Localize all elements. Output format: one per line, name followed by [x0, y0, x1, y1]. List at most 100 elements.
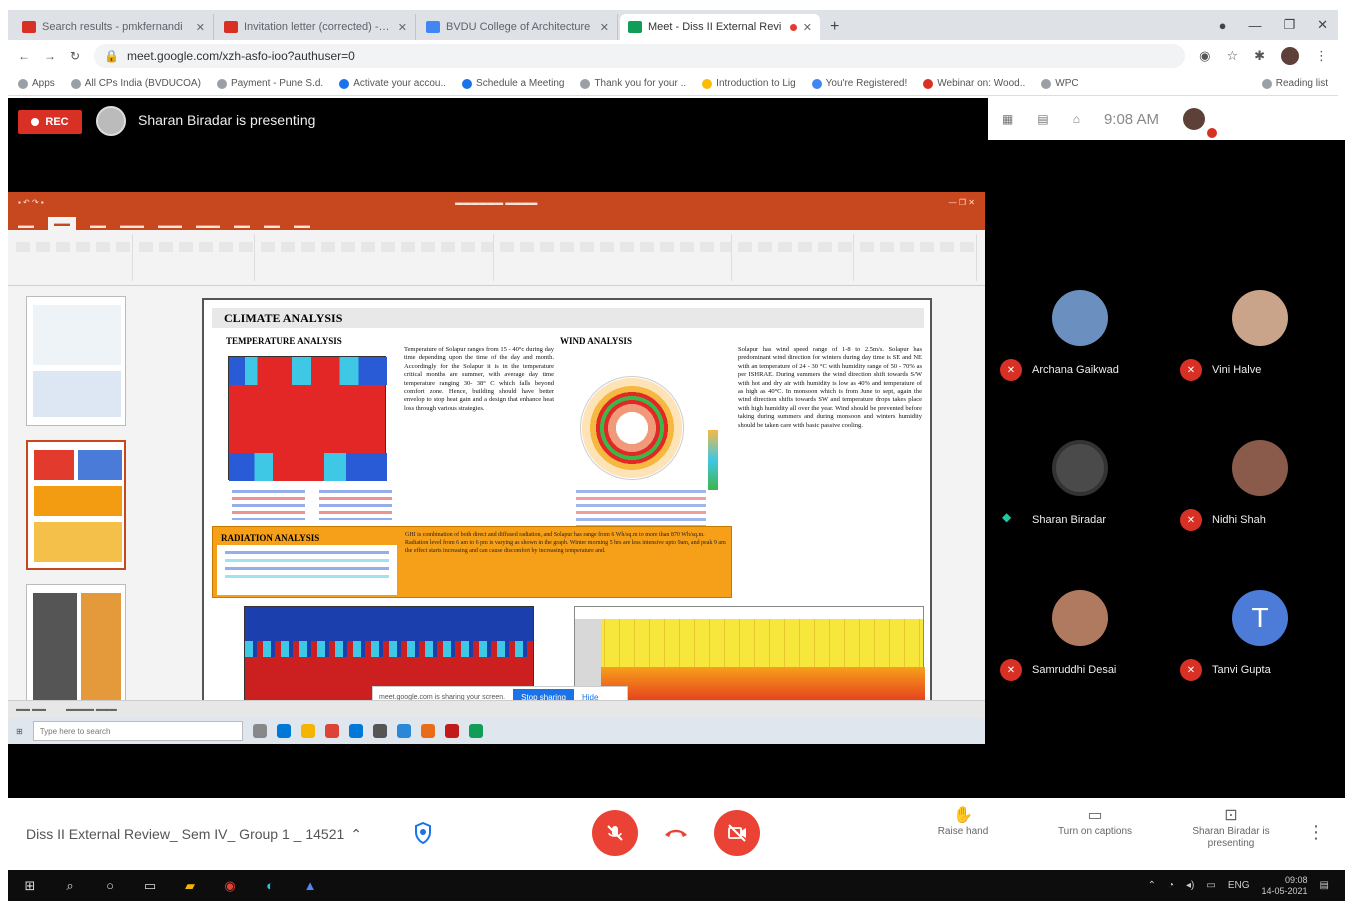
volume-icon[interactable]: ◂)	[1186, 880, 1194, 891]
temperature-heatmap	[228, 356, 387, 481]
presentation-slide: CLIMATE ANALYSIS TEMPERATURE ANALYSIS WI…	[202, 298, 932, 704]
windows-start-icon[interactable]: ⊞	[20, 876, 40, 896]
menu-icon[interactable]: ⋮	[1315, 48, 1328, 64]
raise-hand-button[interactable]: ✋ Raise hand	[908, 808, 1018, 838]
browser-tab[interactable]: Invitation letter (corrected) - se ✕	[216, 14, 416, 40]
meeting-title[interactable]: Diss II External Review_ Sem IV_ Group 1…	[26, 826, 362, 843]
close-tab-icon[interactable]: ✕	[196, 21, 205, 34]
bookmark-icon	[216, 78, 227, 89]
presenting-label: Sharan Biradar is presenting	[138, 112, 316, 128]
browser-tab[interactable]: BVDU College of Architecture ✕	[418, 14, 618, 40]
profile-avatar[interactable]	[1281, 47, 1299, 65]
shield-icon[interactable]	[414, 822, 432, 844]
app-icon	[444, 724, 459, 738]
participant-tile[interactable]: ✕ Vini Halve	[1180, 290, 1346, 430]
hang-up-button[interactable]	[660, 822, 692, 844]
bookmark[interactable]: Schedule a Meeting	[462, 78, 564, 89]
network-icon[interactable]: ◔	[1168, 880, 1174, 891]
bookmark[interactable]: Introduction to Lig	[702, 78, 796, 89]
powerpoint-status-bar: ▬▬ ▬▬ ▬▬▬▬ ▬▬▬	[8, 700, 985, 718]
close-tab-icon[interactable]: ✕	[803, 21, 812, 34]
bookmark-icon	[702, 78, 713, 89]
bookmarks-bar: Apps All CPs India (BVDUCOA) Payment - P…	[8, 72, 1338, 96]
mic-off-icon: ✕	[1180, 659, 1202, 681]
close-tab-icon[interactable]: ✕	[398, 21, 407, 34]
participant-tile[interactable]: ✕ Nidhi Shah	[1180, 440, 1346, 580]
bookmark[interactable]: You're Registered!	[811, 78, 907, 89]
reading-list[interactable]: Reading list	[1261, 78, 1328, 89]
self-avatar[interactable]	[1182, 108, 1217, 138]
restore-button[interactable]: ❐	[1283, 17, 1295, 33]
back-icon[interactable]: ←	[18, 49, 30, 63]
task-view-icon[interactable]: ▭	[140, 876, 160, 896]
star-icon[interactable]: ☆	[1226, 48, 1238, 64]
bookmark[interactable]: Apps	[18, 78, 55, 89]
edge-icon[interactable]: ◐	[260, 876, 280, 896]
bookmark[interactable]: Webinar on: Wood..	[923, 78, 1025, 89]
app-icon	[252, 724, 267, 738]
minimize-button[interactable]: —	[1248, 18, 1261, 33]
document-title: ▬▬▬▬▬▬ ▬▬▬▬	[455, 197, 538, 207]
bookmark[interactable]: WPC	[1041, 78, 1079, 89]
close-window-button[interactable]: ✕	[1317, 17, 1328, 33]
radiation-legend	[225, 551, 389, 581]
participant-avatar	[1232, 290, 1288, 346]
participant-avatar	[1052, 290, 1108, 346]
presenting-button[interactable]: ⊡ Sharan Biradar is presenting	[1176, 807, 1286, 850]
app-icon	[324, 724, 339, 738]
layout-icon[interactable]: ▦	[1002, 112, 1013, 126]
clock[interactable]: 09:08 14-05-2021	[1262, 875, 1308, 897]
shared-taskbar: ⊞ Type here to search	[8, 718, 985, 744]
lang-indicator[interactable]: ENG	[1228, 880, 1250, 891]
app-icon	[276, 724, 291, 738]
site-icon	[426, 21, 440, 33]
bookmark[interactable]: Thank you for your ..	[580, 78, 686, 89]
profile-dot-icon[interactable]: ●	[1219, 18, 1227, 33]
temperature-text: Temperature of Solapur ranges from 15 - …	[404, 346, 554, 412]
chevron-up-icon[interactable]: ⌃	[1148, 880, 1156, 891]
cortana-icon[interactable]: ○	[100, 876, 120, 896]
camera-icon[interactable]: ◉	[1199, 48, 1210, 64]
url-input[interactable]: 🔒 meet.google.com/xzh-asfo-ioo?authuser=…	[94, 44, 1186, 68]
address-bar: ← → ↻ 🔒 meet.google.com/xzh-asfo-ioo?aut…	[8, 40, 1338, 72]
chrome-icon[interactable]: ◉	[220, 876, 240, 896]
participant-avatar	[1052, 590, 1108, 646]
pin-icon[interactable]: ⌂	[1073, 112, 1080, 126]
app-icon	[300, 724, 315, 738]
mic-toggle-button[interactable]	[592, 810, 638, 856]
reload-icon[interactable]: ↻	[70, 49, 80, 63]
app-icon	[372, 724, 387, 738]
tile-icon[interactable]: ▤	[1037, 112, 1048, 126]
more-options-icon[interactable]: ⋮	[1307, 822, 1325, 843]
bookmark[interactable]: Payment - Pune S.d.	[216, 78, 323, 89]
file-explorer-icon[interactable]: ▰	[180, 876, 200, 896]
battery-icon[interactable]: ▭	[1206, 880, 1215, 891]
browser-tab[interactable]: Search results - pmkfernandi ✕	[14, 14, 214, 40]
participant-tile[interactable]: T ✕ Tanvi Gupta	[1180, 590, 1346, 730]
participant-avatar: T	[1232, 590, 1288, 646]
new-tab-button[interactable]: +	[822, 18, 847, 40]
wind-rose-chart	[580, 376, 684, 480]
camera-toggle-button[interactable]	[714, 810, 760, 856]
forward-icon[interactable]: →	[44, 49, 56, 63]
shared-screen: ▪ ↶ ↷ ▪ ▬▬▬▬▬▬ ▬▬▬▬ — ❐ ✕ ▬▬ ▬▬ ▬▬ ▬▬▬ ▬▬▬…	[8, 192, 985, 744]
present-icon: ⊡	[1224, 807, 1238, 824]
notifications-icon[interactable]: ▤	[1320, 880, 1329, 891]
quick-access-icons: ▪ ↶ ↷ ▪	[18, 197, 44, 207]
browser-tab-active[interactable]: Meet - Diss II External Revi ✕	[620, 14, 820, 40]
search-icon[interactable]: ⌕	[60, 876, 80, 896]
reading-list-icon	[1261, 78, 1272, 89]
mic-off-icon: ✕	[1180, 509, 1202, 531]
close-tab-icon[interactable]: ✕	[600, 21, 609, 34]
bookmark[interactable]: Activate your accou..	[339, 78, 446, 89]
extensions-icon[interactable]: ✱	[1254, 48, 1265, 64]
recording-dot-icon	[789, 23, 797, 31]
app-icon[interactable]: ▲	[300, 876, 320, 896]
participant-tile[interactable]: ✕ Samruddhi Desai	[1000, 590, 1170, 730]
participant-tile[interactable]: ◆ Sharan Biradar	[1000, 440, 1170, 580]
recording-badge: REC	[18, 110, 82, 134]
participant-tile[interactable]: ✕ Archana Gaikwad	[1000, 290, 1170, 430]
window-buttons: — ❐ ✕	[948, 197, 975, 207]
bookmark[interactable]: All CPs India (BVDUCOA)	[70, 78, 201, 89]
captions-button[interactable]: ▭ Turn on captions	[1040, 808, 1150, 838]
